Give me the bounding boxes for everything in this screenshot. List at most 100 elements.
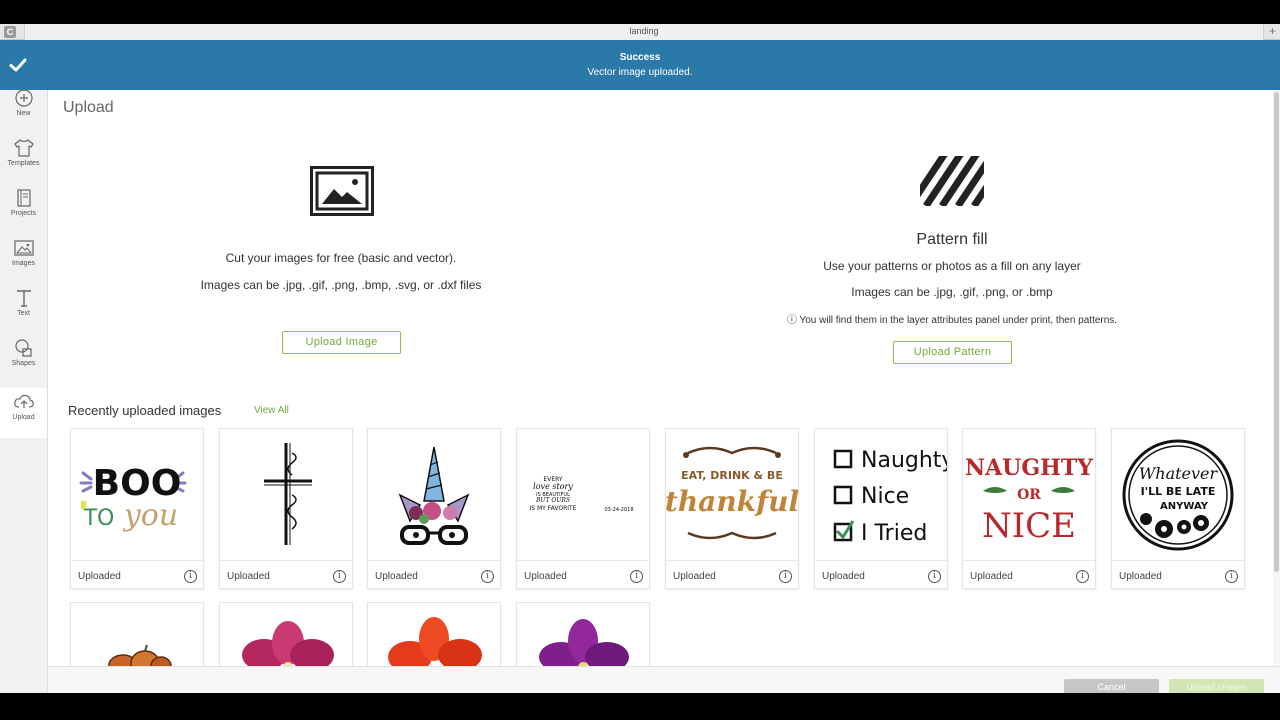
option-nice: Nice [861, 484, 909, 509]
view-all-link[interactable]: View All [254, 405, 289, 416]
image-thumbnail-purple-flower[interactable] [517, 603, 649, 666]
image-thumbnail-unicorn[interactable] [368, 429, 500, 561]
image-icon [13, 240, 34, 256]
info-icon[interactable]: i [184, 570, 197, 583]
upload-image-description: Cut your images for free (basic and vect… [225, 251, 457, 265]
image-card[interactable] [516, 602, 650, 666]
naughty-text: NAUGHTY [965, 455, 1093, 481]
app-icon[interactable]: C [4, 26, 16, 38]
image-card[interactable]: Uploaded i [367, 428, 501, 589]
image-thumbnail-naughty-nice-tried[interactable]: Naughty Nice I Tried [815, 429, 947, 561]
upload-pattern-button[interactable]: Upload Pattern [893, 341, 1012, 364]
image-thumbnail-naughty-or-nice[interactable]: NAUGHTY OR NICE [963, 429, 1095, 561]
anyway-text: ANYWAY [1160, 501, 1209, 512]
tshirt-icon [13, 139, 34, 157]
upload-image-section: Cut your images for free (basic and vect… [191, 251, 491, 292]
new-tab-button[interactable]: + [1269, 24, 1276, 39]
pattern-formats: Images can be .jpg, .gif, .png, or .bmp [851, 285, 1053, 299]
shapes-icon [14, 339, 32, 357]
info-icon[interactable]: i [481, 570, 494, 583]
image-card[interactable]: EAT, DRINK & BE thankful Uploaded i [665, 428, 799, 589]
unicorn-graphic [398, 446, 470, 545]
boo-to-you-graphic: BOO TO you [79, 463, 187, 533]
sidebar-item-label: Templates [7, 160, 40, 167]
image-card[interactable]: Whatever I'LL BE LATE ANYWAY Uploaded i [1111, 428, 1245, 589]
upload-image-button[interactable]: Upload Image [282, 331, 401, 354]
option-tried: I Tried [861, 521, 927, 546]
sidebar-item-projects[interactable]: Projects [0, 188, 47, 238]
image-thumbnail-cross[interactable] [220, 429, 352, 561]
upload-image-formats: Images can be .jpg, .gif, .png, .bmp, .s… [200, 278, 482, 292]
nice-text: NICE [982, 506, 1076, 546]
notebook-icon [16, 189, 31, 207]
image-caption: Uploaded [78, 571, 121, 582]
image-card[interactable]: BOO TO you Uploaded i [70, 428, 204, 589]
main-scrollbar[interactable] [1273, 90, 1280, 666]
sidebar-item-text[interactable]: Text [0, 288, 47, 338]
image-caption: Uploaded [227, 571, 270, 582]
sidebar-item-shapes[interactable]: Shapes [0, 338, 47, 388]
red-flower-graphic [388, 617, 482, 666]
image-caption: Uploaded [1119, 571, 1162, 582]
whatever-late-graphic: Whatever I'LL BE LATE ANYWAY [1122, 439, 1234, 551]
image-thumbnail-boo-to-you[interactable]: BOO TO you [71, 429, 203, 561]
image-card[interactable] [219, 602, 353, 666]
image-thumbnail-pumpkins[interactable] [71, 603, 203, 666]
scrollbar-thumb[interactable] [1274, 92, 1279, 572]
naughty-nice-tried-graphic: Naughty Nice I Tried [833, 448, 947, 546]
image-thumbnail-red-flower[interactable] [368, 603, 500, 666]
image-thumbnail-thankful[interactable]: EAT, DRINK & BE thankful [666, 429, 798, 561]
sidebar-item-label: New [16, 110, 31, 117]
image-card[interactable]: Naughty Nice I Tried Uploaded i [814, 428, 948, 589]
sidebar-item-label: Projects [10, 210, 37, 217]
app-window: C landing + Success Vector image uploade… [0, 0, 1280, 720]
thankful-line2: thankful [666, 485, 798, 518]
info-icon[interactable]: i [779, 570, 792, 583]
you-text: you [122, 498, 178, 533]
image-card[interactable]: NAUGHTY OR NICE Uploaded i [962, 428, 1096, 589]
purple-flower-graphic [539, 619, 629, 666]
image-card[interactable] [70, 602, 204, 666]
cloud-upload-icon [13, 394, 34, 408]
image-card[interactable]: Uploaded i [219, 428, 353, 589]
upload-images-button[interactable]: Upload Images [1169, 679, 1264, 693]
info-icon[interactable]: i [1225, 570, 1238, 583]
image-thumbnail-whatever-late[interactable]: Whatever I'LL BE LATE ANYWAY [1112, 429, 1244, 561]
main-content: Upload Cut your images for free (basic a… [48, 90, 1273, 666]
thankful-graphic: EAT, DRINK & BE thankful [666, 446, 798, 540]
pink-flower-graphic [242, 621, 334, 666]
pumpkins-graphic [108, 644, 172, 666]
image-thumbnail-pink-flower[interactable] [220, 603, 352, 666]
info-icon[interactable]: i [333, 570, 346, 583]
sidebar-item-templates[interactable]: Templates [0, 138, 47, 188]
notification-title: Success [619, 52, 661, 63]
sidebar-item-new[interactable]: New [0, 89, 47, 140]
image-caption: Uploaded [524, 571, 567, 582]
info-icon[interactable]: i [1076, 570, 1089, 583]
love-story-date: 03-24-2018 [604, 507, 633, 513]
pattern-fill-title: Pattern fill [916, 231, 988, 248]
sidebar-item-label: Images [12, 260, 35, 267]
sidebar-item-images[interactable]: Images [0, 238, 47, 288]
screen-bottom-edge [0, 693, 1280, 720]
window-title: landing [629, 26, 659, 36]
image-card[interactable] [367, 602, 501, 666]
pattern-fill-icon [920, 156, 984, 206]
image-thumbnail-love-story[interactable]: EVERY love story IS BEAUTIFUL BUT OURS I… [517, 429, 649, 561]
thankful-line1: EAT, DRINK & BE [681, 469, 783, 482]
sidebar-item-upload[interactable]: Upload [0, 388, 47, 438]
cross-graphic [264, 443, 312, 545]
info-icon[interactable]: i [630, 570, 643, 583]
to-text: TO [83, 506, 115, 531]
whatever-text: Whatever [1139, 464, 1219, 483]
image-caption: Uploaded [822, 571, 865, 582]
page-title: Upload [63, 99, 114, 116]
image-caption: Uploaded [375, 571, 418, 582]
cancel-button[interactable]: Cancel [1064, 679, 1159, 693]
success-notification: Success Vector image uploaded. [0, 40, 1280, 90]
image-card[interactable]: EVERY love story IS BEAUTIFUL BUT OURS I… [516, 428, 650, 589]
title-bar: C landing + [0, 24, 1280, 40]
love-story-line: love story [533, 482, 573, 491]
info-icon[interactable]: i [928, 570, 941, 583]
left-sidebar: New Templates Projects Images Text Shape… [0, 89, 48, 693]
